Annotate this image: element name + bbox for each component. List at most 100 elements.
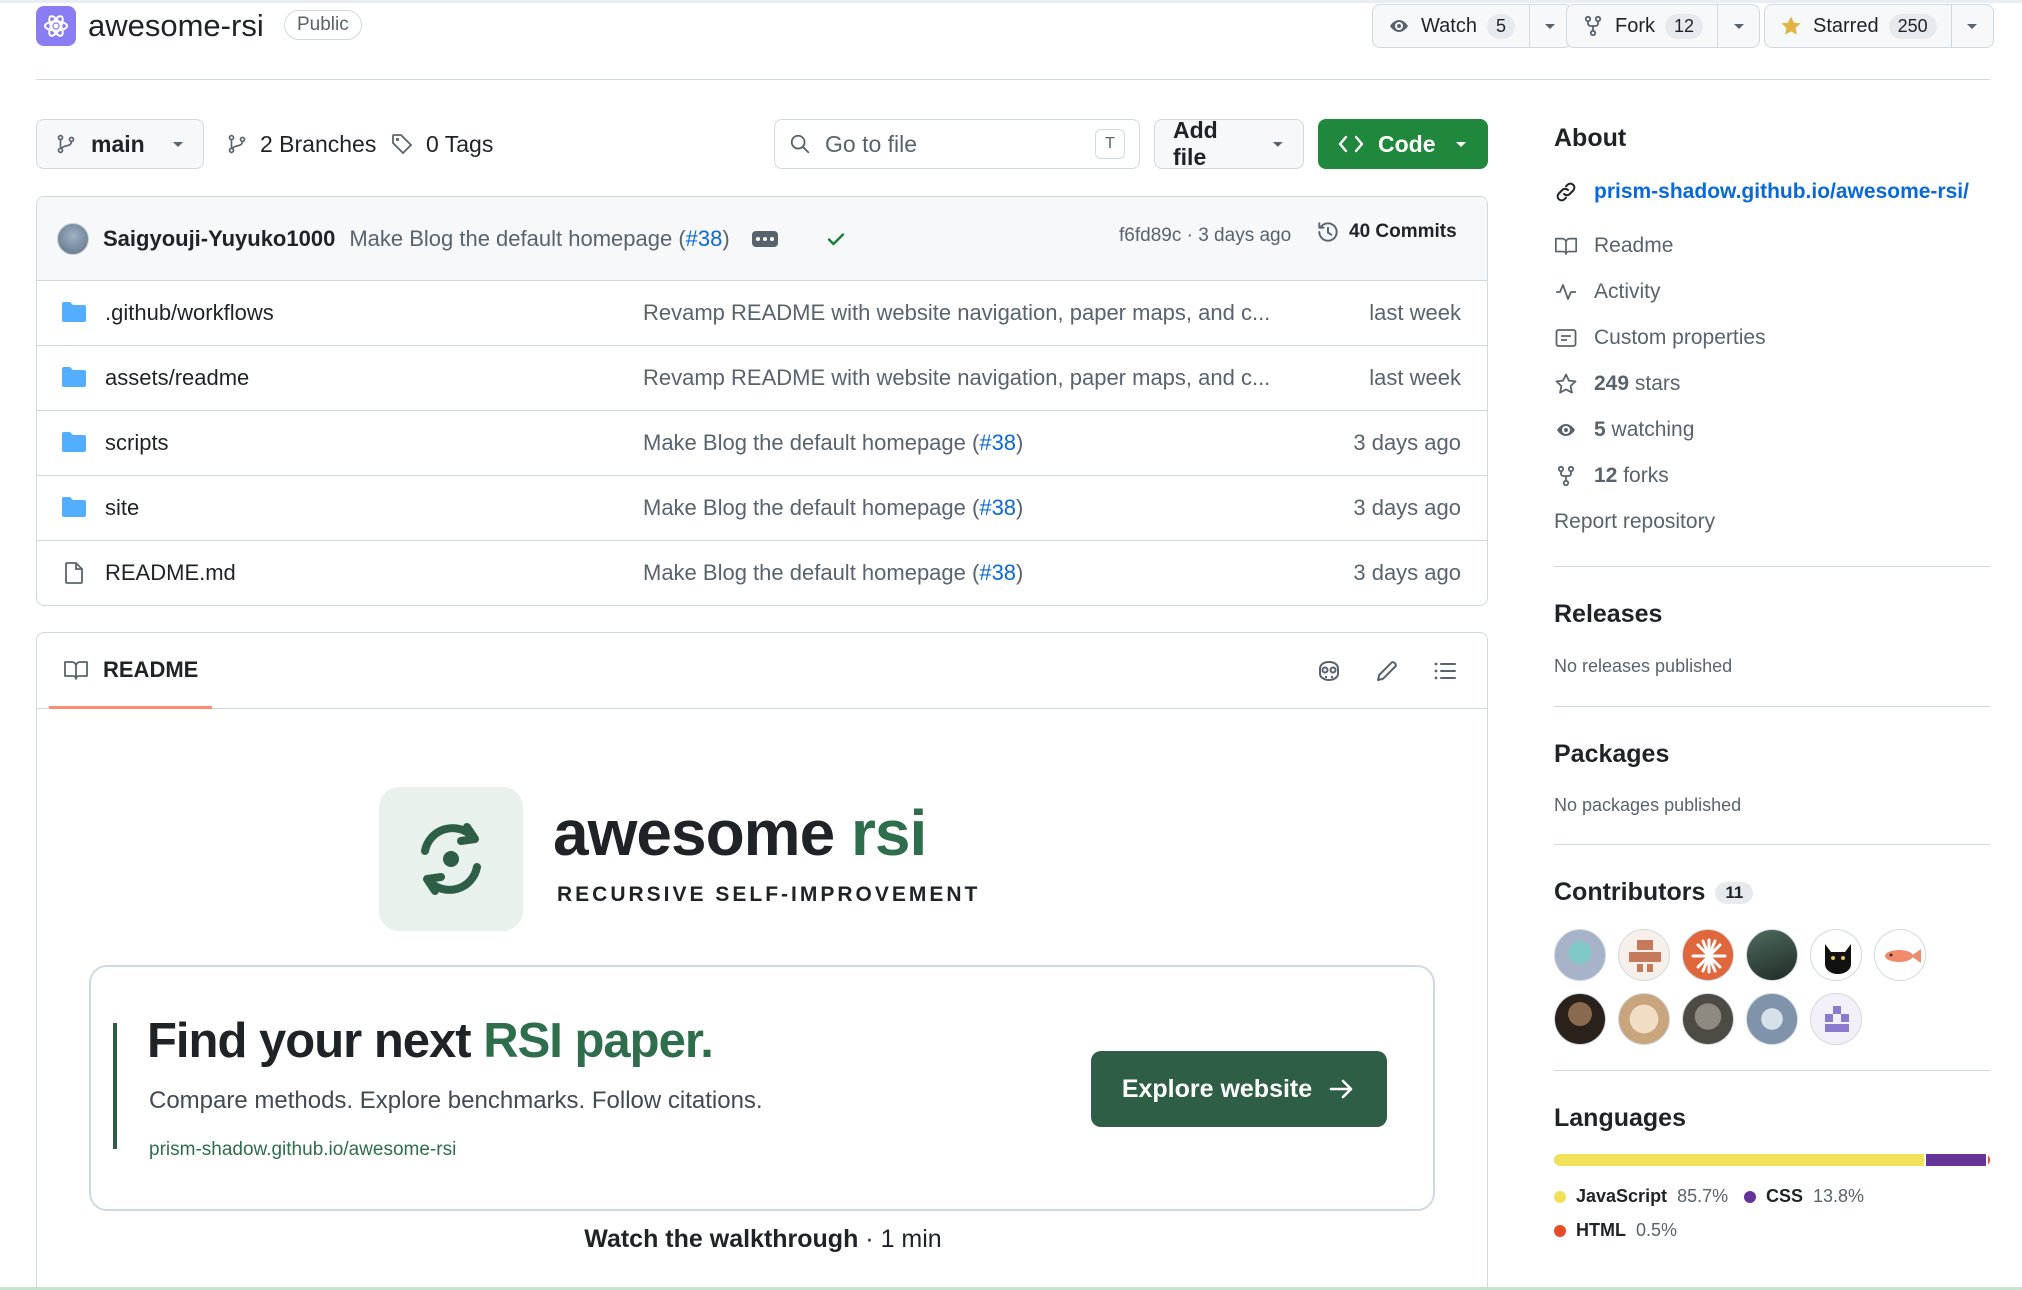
contributors-count: 11 [1715, 882, 1754, 905]
about-title: About [1554, 124, 1627, 152]
watch-button[interactable]: Watch 5 [1372, 4, 1572, 48]
report-repository-link[interactable]: Report repository [1554, 510, 1715, 534]
caret-down-icon [1456, 142, 1466, 147]
commit-pr-link[interactable]: #38 [979, 560, 1016, 585]
releases-title[interactable]: Releases [1554, 600, 1662, 629]
languages-title: Languages [1554, 1104, 1686, 1132]
contributor-avatar[interactable] [1554, 929, 1606, 981]
file-row[interactable]: site Make Blog the default homepage (#38)… [37, 476, 1487, 541]
contributor-avatar[interactable] [1682, 929, 1734, 981]
file-row[interactable]: README.md Make Blog the default homepage … [37, 541, 1487, 605]
expand-commit-button[interactable] [751, 230, 778, 247]
contributor-avatar[interactable] [1874, 929, 1926, 981]
contributor-avatar[interactable] [1810, 929, 1862, 981]
sidebar-divider [1554, 706, 1990, 707]
commit-author-avatar[interactable] [57, 222, 89, 255]
language-percent: 85.7% [1677, 1186, 1729, 1206]
file-commit-message[interactable]: Revamp README with website navigation, p… [643, 365, 1270, 391]
file-row[interactable]: .github/workflows Revamp README with webs… [37, 281, 1487, 346]
contributor-avatar[interactable] [1618, 929, 1670, 981]
fork-dropdown[interactable] [1717, 5, 1759, 47]
file-commit-date: last week [1369, 300, 1461, 325]
file-commit-message[interactable]: Revamp README with website navigation, p… [643, 300, 1270, 326]
go-to-file-input[interactable]: Go to file T [774, 119, 1140, 169]
file-name[interactable]: assets/readme [105, 365, 249, 391]
repo-logo [36, 6, 76, 46]
repo-name[interactable]: awesome-rsi [88, 6, 264, 46]
language-name: CSS [1766, 1186, 1804, 1206]
readme-link[interactable]: Readme [1554, 234, 1673, 258]
file-row[interactable]: assets/readme Revamp README with website … [37, 346, 1487, 411]
activity-link[interactable]: Activity [1554, 280, 1661, 304]
language-item[interactable]: JavaScript 85.7% [1554, 1186, 1728, 1207]
stars-link[interactable]: 249 stars [1554, 372, 1680, 396]
readme-brand-tagline: RECURSIVE SELF-IMPROVEMENT [557, 883, 981, 906]
language-item[interactable]: CSS 13.8% [1744, 1186, 1864, 1207]
file-row[interactable]: scripts Make Blog the default homepage (#… [37, 411, 1487, 476]
website-link[interactable]: prism-shadow.github.io/awesome-rsi/ [1554, 180, 1969, 204]
fork-button[interactable]: Fork 12 [1566, 4, 1761, 48]
watch-count: 5 [1486, 13, 1515, 39]
fork-count: 12 [1665, 13, 1704, 39]
contributor-avatar[interactable] [1746, 929, 1798, 981]
add-file-label: Add file [1173, 117, 1218, 170]
commit-author[interactable]: Saigyouji-Yuyuko1000 [103, 226, 335, 252]
explore-label: Explore website [1121, 1074, 1313, 1103]
commits-history-link[interactable]: 40 Commits [1315, 219, 1457, 245]
branches-link[interactable]: 2 Branches [226, 119, 376, 169]
file-commit-message[interactable]: Make Blog the default homepage (#38) [643, 560, 1023, 586]
check-icon[interactable] [824, 227, 848, 251]
file-commit-date: 3 days ago [1353, 430, 1461, 455]
rsi-logo [379, 787, 523, 931]
file-name[interactable]: README.md [105, 560, 236, 586]
custom-properties-link[interactable]: Custom properties [1554, 326, 1766, 350]
watching-count: 5 [1594, 418, 1606, 441]
hero-accent-bar [113, 1023, 117, 1149]
code-brackets-icon [1338, 135, 1364, 153]
file-name[interactable]: scripts [105, 430, 169, 456]
contributor-avatar[interactable] [1746, 993, 1798, 1045]
packages-title[interactable]: Packages [1554, 740, 1669, 769]
file-commit-message[interactable]: Make Blog the default homepage (#38) [643, 495, 1023, 521]
language-item[interactable]: HTML 0.5% [1554, 1220, 1677, 1241]
contributor-avatar[interactable] [1682, 993, 1734, 1045]
add-file-button[interactable]: Add file [1154, 117, 1304, 170]
stars-count: 249 [1594, 372, 1630, 395]
readme-header: README [37, 633, 1487, 709]
branch-selector[interactable]: main [36, 119, 204, 169]
star-dropdown[interactable] [1950, 5, 1993, 47]
file-commit-date: 3 days ago [1353, 560, 1461, 585]
readme-tab[interactable]: README [49, 633, 213, 709]
file-commit-message[interactable]: Make Blog the default homepage (#38) [643, 430, 1023, 456]
commit-hash-time[interactable]: f6fd89c · 3 days ago [1119, 225, 1291, 247]
website-url: prism-shadow.github.io/awesome-rsi/ [1594, 180, 1969, 203]
pencil-icon[interactable] [1373, 657, 1401, 685]
watch-dropdown[interactable] [1528, 5, 1571, 47]
forks-link[interactable]: 12 forks [1554, 464, 1669, 488]
contributor-avatar[interactable] [1618, 993, 1670, 1045]
commit-pr-link[interactable]: #38 [979, 495, 1016, 520]
watching-link[interactable]: 5 watching [1554, 418, 1694, 442]
contributor-avatar[interactable] [1554, 993, 1606, 1045]
tags-link[interactable]: 0 Tags [390, 119, 493, 169]
activity-label: Activity [1594, 280, 1661, 303]
commit-pr-link[interactable]: #38 [686, 226, 723, 251]
code-button[interactable]: Code [1318, 119, 1488, 169]
forks-count: 12 [1594, 464, 1618, 487]
star-icon [1555, 373, 1577, 394]
sidebar-divider [1554, 566, 1990, 567]
commit-pr-link[interactable]: #38 [979, 430, 1016, 455]
cycle-arrows-icon [421, 823, 481, 895]
star-label: Starred [1813, 14, 1879, 37]
keyboard-shortcut: T [1095, 129, 1125, 159]
file-name[interactable]: site [105, 495, 139, 521]
contributor-avatar[interactable] [1810, 993, 1862, 1045]
copilot-icon[interactable] [1315, 657, 1343, 685]
commit-message[interactable]: Make Blog the default homepage (#38) [349, 226, 729, 252]
explore-website-button[interactable]: Explore website [1091, 1051, 1387, 1127]
file-name[interactable]: .github/workflows [105, 300, 274, 326]
star-button[interactable]: Starred 250 [1764, 4, 1994, 48]
hero-url-link[interactable]: prism-shadow.github.io/awesome-rsi [149, 1139, 456, 1161]
contributors-title[interactable]: Contributors 11 [1554, 878, 1754, 907]
list-outline-icon[interactable] [1431, 657, 1459, 685]
